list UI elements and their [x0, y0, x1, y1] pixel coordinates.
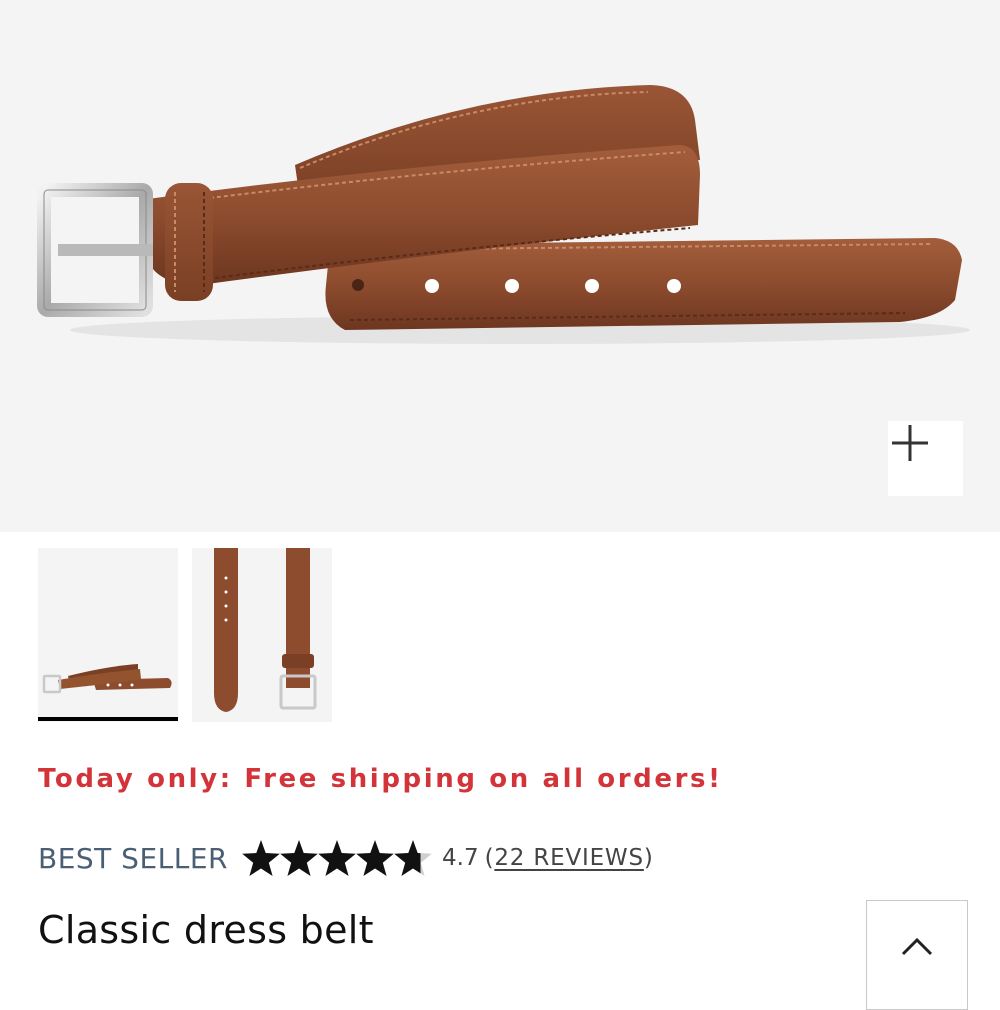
product-main-image[interactable] [0, 0, 1000, 532]
belt-image [37, 85, 970, 344]
rating-row: BEST SELLER 4.7 (22 REVIEWS) [38, 836, 654, 880]
reviews-count: 22 REVIEWS [494, 845, 644, 871]
belt-flat-thumbnail-image [214, 548, 317, 712]
reviews-link[interactable]: (22 REVIEWS) [485, 845, 654, 871]
star-icon [242, 840, 280, 876]
star-icon [394, 840, 432, 876]
back-to-top-button[interactable] [866, 900, 968, 1010]
zoom-button[interactable] [888, 421, 963, 496]
star-icon [318, 840, 356, 876]
belt-coiled-thumbnail-image [42, 664, 172, 694]
thumbnail-active-indicator [38, 717, 178, 721]
thumbnail-coiled[interactable] [38, 548, 178, 722]
rating-value: 4.7 [442, 845, 479, 871]
plus-icon [892, 425, 928, 461]
reviews-open-paren: ( [484, 845, 495, 871]
star-icon [280, 840, 318, 876]
best-seller-badge: BEST SELLER [38, 841, 228, 875]
chevron-up-icon [901, 937, 933, 956]
star-rating [242, 840, 432, 876]
promo-banner: Today only: Free shipping on all orders! [38, 764, 723, 794]
thumbnail-flat[interactable] [192, 548, 332, 722]
reviews-close-paren: ) [643, 845, 654, 871]
star-icon [356, 840, 394, 876]
product-title: Classic dress belt [38, 908, 374, 952]
